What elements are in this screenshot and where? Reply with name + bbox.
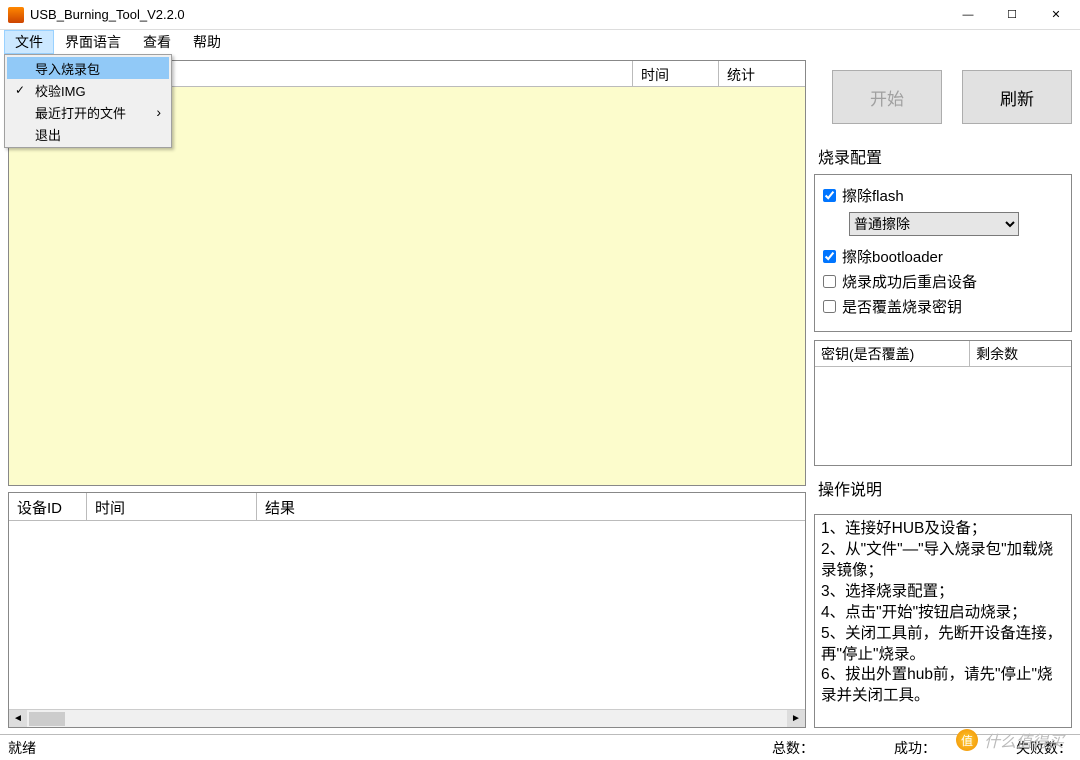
menu-item-import[interactable]: 导入烧录包 bbox=[7, 57, 169, 79]
key-col-overwrite: 密钥(是否覆盖) bbox=[815, 341, 970, 366]
file-dropdown: 导入烧录包 校验IMG 最近打开的文件 退出 bbox=[4, 54, 172, 148]
col-device-id: 设备ID bbox=[9, 493, 87, 520]
status-total: 总数： bbox=[772, 738, 814, 758]
scroll-right-icon[interactable]: ► bbox=[787, 710, 805, 727]
watermark-icon: 值 bbox=[956, 729, 978, 751]
status-bar: 就绪 总数： 成功： 失败数： bbox=[0, 734, 1080, 760]
instruction-line: 4、点击"开始"按钮启动烧录； bbox=[821, 603, 1065, 624]
minimize-button[interactable]: — bbox=[946, 1, 990, 29]
overwrite-key-checkbox[interactable]: 是否覆盖烧录密钥 bbox=[823, 296, 1063, 317]
key-table: 密钥(是否覆盖) 剩余数 bbox=[814, 340, 1072, 466]
horizontal-scrollbar[interactable]: ◄ ► bbox=[9, 709, 805, 727]
refresh-button[interactable]: 刷新 bbox=[962, 70, 1072, 124]
instruction-line: 2、从"文件"—"导入烧录包"加载烧录镜像； bbox=[821, 540, 1065, 582]
log-body bbox=[9, 521, 805, 709]
instructions-title: 操作说明 bbox=[818, 476, 1072, 500]
maximize-button[interactable]: ☐ bbox=[990, 1, 1034, 29]
instruction-line: 1、连接好HUB及设备； bbox=[821, 519, 1065, 540]
erase-flash-checkbox[interactable]: 擦除flash bbox=[823, 185, 1063, 206]
app-icon bbox=[8, 7, 24, 23]
col-stat: 统计 bbox=[719, 61, 805, 86]
instructions-panel: 1、连接好HUB及设备； 2、从"文件"—"导入烧录包"加载烧录镜像； 3、选择… bbox=[814, 514, 1072, 728]
watermark: 值 什么值得买 bbox=[956, 728, 1064, 752]
menu-item-exit[interactable]: 退出 bbox=[7, 123, 169, 145]
col-time: 时间 bbox=[633, 61, 719, 86]
menu-view[interactable]: 查看 bbox=[132, 30, 182, 54]
erase-bootloader-checkbox[interactable]: 擦除bootloader bbox=[823, 246, 1063, 267]
col-log-time: 时间 bbox=[87, 493, 257, 520]
reboot-after-checkbox[interactable]: 烧录成功后重启设备 bbox=[823, 271, 1063, 292]
config-panel: 擦除flash 普通擦除 擦除bootloader 烧录成功后重启设备 是否覆盖… bbox=[814, 174, 1072, 332]
menu-language[interactable]: 界面语言 bbox=[54, 30, 132, 54]
config-title: 烧录配置 bbox=[818, 144, 1072, 168]
window-title: USB_Burning_Tool_V2.2.0 bbox=[30, 7, 946, 22]
title-bar: USB_Burning_Tool_V2.2.0 — ☐ ✕ bbox=[0, 0, 1080, 30]
close-button[interactable]: ✕ bbox=[1034, 1, 1078, 29]
menu-item-verify[interactable]: 校验IMG bbox=[7, 79, 169, 101]
menu-file[interactable]: 文件 bbox=[4, 30, 54, 54]
status-success: 成功： bbox=[894, 738, 936, 758]
instruction-line: 3、选择烧录配置； bbox=[821, 582, 1065, 603]
erase-mode-select[interactable]: 普通擦除 bbox=[849, 212, 1019, 236]
instruction-line: 5、关闭工具前，先断开设备连接，再"停止"烧录。 bbox=[821, 624, 1065, 666]
log-pane: 设备ID 时间 结果 ◄ ► bbox=[8, 492, 806, 728]
key-col-remaining: 剩余数 bbox=[970, 341, 1071, 366]
status-ready: 就绪 bbox=[8, 738, 36, 758]
menu-help[interactable]: 帮助 bbox=[182, 30, 232, 54]
col-result: 结果 bbox=[257, 493, 805, 520]
scroll-left-icon[interactable]: ◄ bbox=[9, 710, 27, 727]
start-button[interactable]: 开始 bbox=[832, 70, 942, 124]
menu-item-recent[interactable]: 最近打开的文件 bbox=[7, 101, 169, 123]
scroll-thumb[interactable] bbox=[29, 712, 65, 726]
menu-bar: 文件 界面语言 查看 帮助 bbox=[0, 30, 1080, 54]
instruction-line: 6、拔出外置hub前，请先"停止"烧录并关闭工具。 bbox=[821, 665, 1065, 707]
